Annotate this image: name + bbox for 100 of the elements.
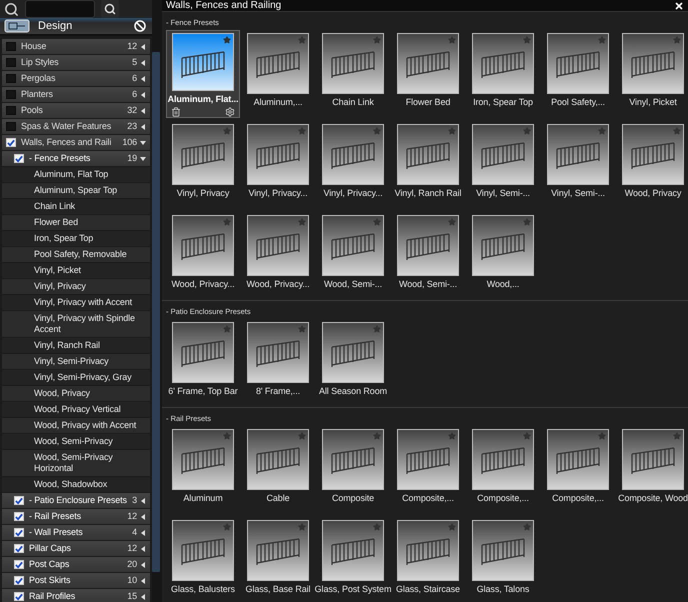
star-icon[interactable]: [523, 127, 531, 135]
preset-tile[interactable]: Composite,...: [541, 426, 615, 514]
preset-tile[interactable]: 8' Frame,...: [241, 319, 315, 407]
preset-item[interactable]: Flower Bed: [2, 215, 150, 230]
checkbox[interactable]: [14, 528, 24, 537]
star-icon[interactable]: [523, 36, 531, 44]
preset-tile[interactable]: Wood, Privacy...: [241, 212, 315, 300]
preset-item[interactable]: Vinyl, Semi-Privacy: [2, 354, 150, 369]
preset-tile[interactable]: Aluminum: [166, 426, 240, 514]
star-icon[interactable]: [673, 36, 681, 44]
preset-tile[interactable]: Chain Link: [316, 30, 390, 118]
preset-tile[interactable]: Vinyl, Ranch Rail: [391, 121, 465, 209]
star-icon[interactable]: [598, 127, 606, 135]
checkbox[interactable]: [14, 592, 24, 601]
collapse-arrow-icon[interactable]: [140, 530, 146, 536]
category-row[interactable]: - Fence Presets 19: [2, 151, 150, 166]
preset-item[interactable]: Vinyl, Privacy with Spindle Accent: [2, 311, 150, 337]
star-icon[interactable]: [373, 127, 381, 135]
preset-tile[interactable]: Glass, Base Rail: [241, 517, 315, 602]
checkbox[interactable]: [14, 576, 24, 585]
preset-thumbnail[interactable]: [397, 215, 459, 276]
preset-tile[interactable]: Aluminum,...: [241, 30, 315, 118]
checkbox[interactable]: [14, 154, 24, 163]
preset-item[interactable]: Vinyl, Ranch Rail: [2, 338, 150, 353]
preset-thumbnail[interactable]: [547, 429, 609, 490]
preset-thumbnail[interactable]: [247, 429, 309, 490]
expand-arrow-icon[interactable]: [140, 156, 146, 162]
preset-tile[interactable]: Wood, Privacy...: [166, 212, 240, 300]
collapse-arrow-icon[interactable]: [140, 124, 146, 130]
preset-thumbnail[interactable]: [472, 215, 534, 276]
checkbox[interactable]: [6, 90, 16, 99]
category-row[interactable]: Spas & Water Features 23: [2, 119, 150, 134]
star-icon[interactable]: [598, 432, 606, 440]
preset-tile[interactable]: Glass, Talons: [466, 517, 540, 602]
preset-thumbnail[interactable]: [322, 124, 384, 185]
collapse-arrow-icon[interactable]: [140, 92, 146, 98]
close-icon[interactable]: [674, 0, 684, 10]
star-icon[interactable]: [223, 127, 231, 135]
preset-tile[interactable]: Vinyl, Privacy...: [316, 121, 390, 209]
preset-tile[interactable]: Wood,...: [466, 212, 540, 300]
preset-tile[interactable]: Pool Safety,...: [541, 30, 615, 118]
preset-thumbnail[interactable]: [247, 124, 309, 185]
preset-item[interactable]: Aluminum, Flat Top: [2, 167, 150, 182]
checkbox[interactable]: [14, 512, 24, 521]
preset-tile[interactable]: Flower Bed: [391, 30, 465, 118]
category-row[interactable]: Pergolas 6: [2, 71, 150, 86]
preset-thumbnail[interactable]: [172, 124, 234, 185]
preset-thumbnail[interactable]: [472, 520, 534, 581]
star-icon[interactable]: [523, 218, 531, 226]
no-entry-icon[interactable]: [134, 20, 146, 32]
checkbox[interactable]: [14, 544, 24, 553]
star-icon[interactable]: [373, 218, 381, 226]
preset-thumbnail[interactable]: [322, 215, 384, 276]
checkbox[interactable]: [6, 42, 16, 51]
preset-thumbnail[interactable]: [397, 124, 459, 185]
preset-tile[interactable]: Wood, Semi-...: [316, 212, 390, 300]
category-row[interactable]: Post Caps 20: [2, 557, 150, 572]
preset-tile[interactable]: Composite: [316, 426, 390, 514]
preset-tile[interactable]: All Season Room: [316, 319, 390, 407]
collapse-arrow-icon[interactable]: [140, 594, 146, 600]
star-icon[interactable]: [523, 523, 531, 531]
star-icon[interactable]: [373, 523, 381, 531]
preset-item[interactable]: Wood, Privacy Vertical: [2, 402, 150, 417]
preset-item[interactable]: Vinyl, Semi-Privacy, Gray: [2, 370, 150, 385]
collapse-arrow-icon[interactable]: [140, 578, 146, 584]
preset-thumbnail[interactable]: [172, 215, 234, 276]
star-icon[interactable]: [223, 218, 231, 226]
star-icon[interactable]: [298, 127, 306, 135]
checkbox[interactable]: [6, 106, 16, 115]
preset-tile[interactable]: Wood, Semi-...: [391, 212, 465, 300]
collapse-arrow-icon[interactable]: [140, 108, 146, 114]
preset-tile[interactable]: Aluminum, Flat...: [166, 30, 240, 118]
expand-arrow-icon[interactable]: [140, 140, 146, 146]
star-icon[interactable]: [448, 523, 456, 531]
search-button[interactable]: [101, 0, 119, 18]
preset-thumbnail[interactable]: [322, 520, 384, 581]
settings-icon[interactable]: [225, 107, 235, 117]
category-row[interactable]: Rail Profiles 15: [2, 589, 150, 602]
checkbox[interactable]: [14, 496, 24, 505]
preset-tile[interactable]: Vinyl, Picket: [616, 30, 688, 118]
star-icon[interactable]: [598, 36, 606, 44]
preset-thumbnail[interactable]: [172, 429, 234, 490]
star-icon[interactable]: [298, 36, 306, 44]
preset-thumbnail[interactable]: [322, 33, 384, 94]
preset-tile[interactable]: Composite,...: [391, 426, 465, 514]
preset-thumbnail[interactable]: [247, 322, 309, 383]
checkbox[interactable]: [6, 74, 16, 83]
star-icon[interactable]: [298, 523, 306, 531]
preset-thumbnail[interactable]: [622, 429, 684, 490]
star-icon[interactable]: [448, 218, 456, 226]
star-icon[interactable]: [448, 127, 456, 135]
collapse-arrow-icon[interactable]: [140, 76, 146, 82]
preset-thumbnail[interactable]: [472, 429, 534, 490]
preset-thumbnail[interactable]: [247, 33, 309, 94]
preset-item[interactable]: Vinyl, Privacy with Accent: [2, 295, 150, 310]
star-icon[interactable]: [673, 127, 681, 135]
preset-item[interactable]: Wood, Privacy: [2, 386, 150, 401]
preset-tile[interactable]: Iron, Spear Top: [466, 30, 540, 118]
preset-tile[interactable]: Vinyl, Semi-...: [541, 121, 615, 209]
preset-thumbnail[interactable]: [322, 429, 384, 490]
